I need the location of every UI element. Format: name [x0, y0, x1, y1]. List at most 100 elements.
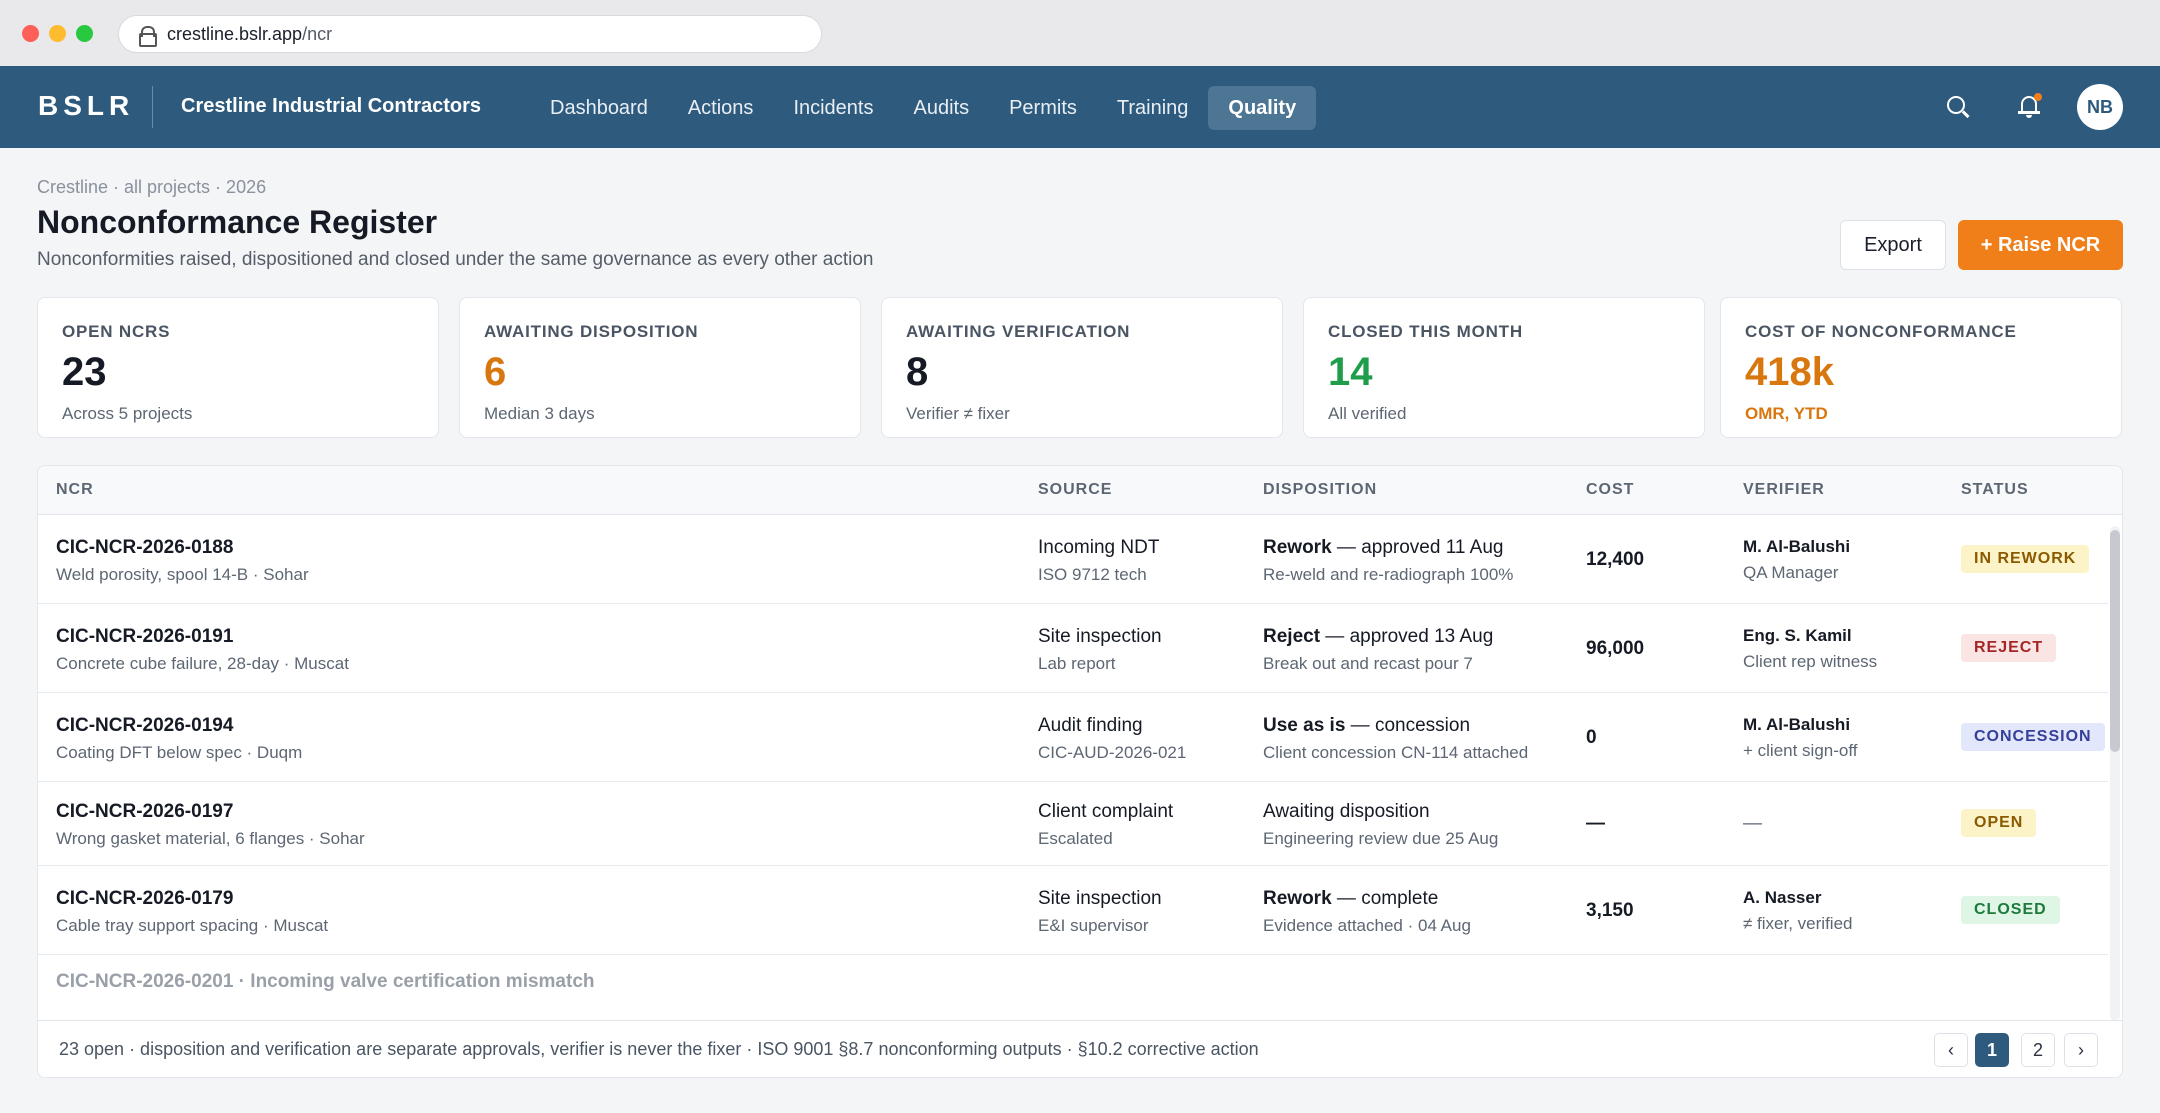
stat-card-awaiting-disposition[interactable]: AWAITING DISPOSITION 6 Median 3 days — [459, 297, 861, 438]
table-row[interactable]: CIC-NCR-2026-0179 Cable tray support spac… — [38, 866, 2108, 955]
ncr-id[interactable]: CIC-NCR-2026-0188 — [56, 537, 309, 559]
column-header-verifier[interactable]: VERIFIER — [1743, 481, 1825, 499]
address-bar[interactable]: crestline.bslr.app/ncr — [118, 15, 822, 53]
verifier-role: ≠ fixer, verified — [1743, 913, 1853, 933]
verifier-name: M. Al-Balushi — [1743, 536, 1851, 556]
stat-value: 14 — [1328, 350, 1373, 394]
ncr-id[interactable]: CIC-NCR-2026-0194 — [56, 715, 302, 737]
nav-item-dashboard[interactable]: Dashboard — [530, 86, 668, 130]
nav-item-audits[interactable]: Audits — [894, 86, 990, 130]
disposition-status: — concession — [1345, 714, 1471, 736]
partial-table-row[interactable]: CIC-NCR-2026-0201 · Incoming valve certi… — [56, 971, 595, 993]
disposition-cell: Use as is — concession Client concession … — [1263, 715, 1528, 763]
stat-card-cost-of-nonconformance[interactable]: COST OF NONCONFORMANCE 418k OMR, YTD — [1720, 297, 2122, 438]
url-path: /ncr — [302, 23, 333, 44]
table-row[interactable]: CIC-NCR-2026-0188 Weld porosity, spool 14… — [38, 515, 2108, 604]
stat-label: AWAITING DISPOSITION — [484, 322, 699, 341]
user-avatar[interactable]: NB — [2077, 84, 2123, 130]
stat-value: 418k — [1745, 350, 1834, 394]
disposition-detail: Client concession CN-114 attached — [1263, 742, 1529, 762]
pager-page-2[interactable]: 2 — [2021, 1033, 2055, 1067]
disposition-line: Awaiting disposition — [1263, 801, 1498, 823]
search-icon[interactable] — [1940, 90, 1974, 124]
ncr-id[interactable]: CIC-NCR-2026-0197 — [56, 801, 365, 823]
disposition-cell: Reject — approved 13 Aug Break out and re… — [1263, 626, 1493, 674]
table-row[interactable]: CIC-NCR-2026-0197 Wrong gasket material, … — [38, 782, 2108, 866]
source-cell: Client complaint Escalated — [1038, 801, 1173, 849]
top-navbar: BSLR Crestline Industrial Contractors Da… — [0, 66, 2160, 148]
status-badge[interactable]: CLOSED — [1961, 895, 2060, 924]
source-cell: Incoming NDT ISO 9712 tech — [1038, 537, 1159, 585]
source-cell: Audit finding CIC-AUD-2026-021 — [1038, 715, 1186, 763]
ncr-description: Coating DFT below spec · Duqm — [56, 742, 303, 762]
window-minimize-button[interactable] — [49, 25, 66, 42]
status-badge[interactable]: REJECT — [1961, 633, 2057, 662]
stat-card-awaiting-verification[interactable]: AWAITING VERIFICATION 8 Verifier ≠ fixer — [881, 297, 1283, 438]
ncr-cell: CIC-NCR-2026-0194 Coating DFT below spec … — [56, 715, 302, 763]
status-cell: REJECT — [1961, 633, 2057, 662]
stat-card-closed-this-month[interactable]: CLOSED THIS MONTH 14 All verified — [1303, 297, 1705, 438]
disposition-type: Rework — [1263, 887, 1332, 909]
status-badge[interactable]: CONCESSION — [1961, 722, 2105, 751]
org-name: Crestline Industrial Contractors — [181, 95, 482, 117]
table-scrollbar-thumb[interactable] — [2110, 530, 2120, 752]
column-header-status[interactable]: STATUS — [1961, 481, 2029, 499]
pager-next-button[interactable]: › — [2064, 1033, 2098, 1067]
status-badge[interactable]: OPEN — [1961, 809, 2037, 837]
column-header-disposition[interactable]: DISPOSITION — [1263, 481, 1377, 499]
disposition-type: Use as is — [1263, 714, 1346, 736]
page-title: Nonconformance Register — [37, 204, 438, 240]
footer-summary: 23 open · disposition and verification a… — [59, 1039, 1259, 1059]
source-type: Audit finding — [1038, 714, 1143, 736]
source-type: Site inspection — [1038, 887, 1162, 909]
brand-logo[interactable]: BSLR — [38, 90, 134, 122]
app-window: BSLR Crestline Industrial Contractors Da… — [0, 66, 2160, 1113]
cost-value: 96,000 — [1586, 637, 1645, 659]
table-row[interactable]: CIC-NCR-2026-0191 Concrete cube failure, … — [38, 604, 2108, 693]
ncr-cell: CIC-NCR-2026-0191 Concrete cube failure, … — [56, 626, 349, 674]
window-maximize-button[interactable] — [76, 25, 93, 42]
window-close-button[interactable] — [22, 25, 39, 42]
ncr-description: Weld porosity, spool 14-B · Sohar — [56, 564, 309, 584]
table-row[interactable]: CIC-NCR-2026-0194 Coating DFT below spec … — [38, 693, 2108, 782]
ncr-cell: CIC-NCR-2026-0188 Weld porosity, spool 14… — [56, 537, 309, 585]
export-button[interactable]: Export — [1840, 220, 1946, 270]
page-subtitle: Nonconformities raised, dispositioned an… — [37, 249, 874, 270]
stat-note: OMR, YTD — [1745, 404, 1828, 423]
source-cell: Site inspection Lab report — [1038, 626, 1162, 674]
nav-item-permits[interactable]: Permits — [989, 86, 1097, 130]
notifications-bell-icon[interactable] — [2012, 90, 2046, 124]
status-cell: IN REWORK — [1961, 544, 2090, 573]
nav-item-training[interactable]: Training — [1097, 86, 1209, 130]
nav-item-actions[interactable]: Actions — [668, 86, 774, 130]
table-footer: 23 open · disposition and verification a… — [38, 1020, 2122, 1077]
stat-label: AWAITING VERIFICATION — [906, 322, 1131, 341]
status-badge[interactable]: IN REWORK — [1961, 544, 2090, 573]
disposition-cell: Rework — approved 11 Aug Re-weld and re-r… — [1263, 537, 1513, 585]
raise-ncr-button[interactable]: + Raise NCR — [1958, 220, 2123, 270]
stat-value: 8 — [906, 350, 929, 394]
column-header-cost[interactable]: COST — [1586, 481, 1634, 499]
disposition-status: — complete — [1331, 887, 1439, 909]
verifier-name: M. Al-Balushi — [1743, 714, 1851, 734]
column-header-source[interactable]: SOURCE — [1038, 481, 1112, 499]
ncr-cell: CIC-NCR-2026-0179 Cable tray support spac… — [56, 888, 328, 936]
disposition-detail: Engineering review due 25 Aug — [1263, 829, 1499, 848]
disposition-status: Awaiting disposition — [1263, 801, 1430, 822]
source-detail: Lab report — [1038, 653, 1116, 673]
source-cell: Site inspection E&I supervisor — [1038, 888, 1162, 936]
ncr-id[interactable]: CIC-NCR-2026-0179 — [56, 888, 328, 910]
nav-item-incidents[interactable]: Incidents — [773, 86, 893, 130]
pager-page-1[interactable]: 1 — [1975, 1033, 2009, 1067]
status-cell: CONCESSION — [1961, 722, 2105, 751]
cost-value: 0 — [1586, 726, 1597, 748]
disposition-line: Reject — approved 13 Aug — [1263, 626, 1493, 648]
browser-chrome: crestline.bslr.app/ncr — [0, 0, 2160, 66]
pager-prev-button[interactable]: ‹ — [1934, 1033, 1968, 1067]
cost-value: 3,150 — [1586, 899, 1634, 921]
nav-item-quality[interactable]: Quality — [1208, 86, 1317, 130]
ncr-id[interactable]: CIC-NCR-2026-0191 — [56, 626, 349, 648]
column-header-ncr[interactable]: NCR — [56, 481, 94, 499]
stat-card-open-ncrs[interactable]: OPEN NCRS 23 Across 5 projects — [37, 297, 439, 438]
stat-value: 23 — [62, 350, 107, 394]
